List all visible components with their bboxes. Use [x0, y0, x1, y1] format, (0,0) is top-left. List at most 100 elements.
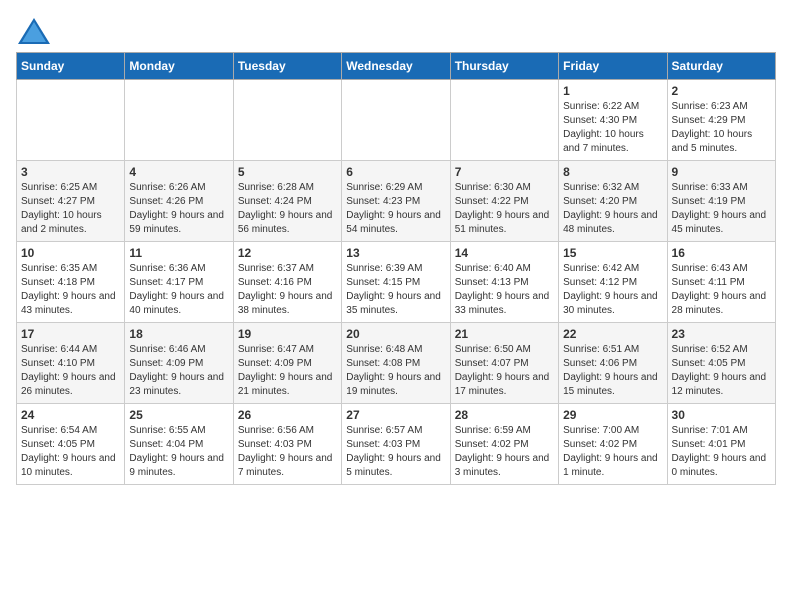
day-number: 21	[455, 327, 554, 341]
calendar-cell: 25 Sunrise: 6:55 AMSunset: 4:04 PMDayligh…	[125, 404, 233, 485]
day-number: 3	[21, 165, 120, 179]
calendar-cell	[450, 80, 558, 161]
day-info: Sunrise: 6:22 AMSunset: 4:30 PMDaylight:…	[563, 100, 662, 156]
day-info: Sunrise: 6:29 AMSunset: 4:23 PMDaylight:…	[346, 181, 445, 237]
day-info: Sunrise: 6:30 AMSunset: 4:22 PMDaylight:…	[455, 181, 554, 237]
day-info: Sunrise: 6:51 AMSunset: 4:06 PMDaylight:…	[563, 343, 662, 399]
day-info: Sunrise: 6:48 AMSunset: 4:08 PMDaylight:…	[346, 343, 445, 399]
calendar-cell: 14 Sunrise: 6:40 AMSunset: 4:13 PMDayligh…	[450, 242, 558, 323]
day-info: Sunrise: 6:47 AMSunset: 4:09 PMDaylight:…	[238, 343, 337, 399]
calendar-cell: 13 Sunrise: 6:39 AMSunset: 4:15 PMDayligh…	[342, 242, 450, 323]
day-info: Sunrise: 6:35 AMSunset: 4:18 PMDaylight:…	[21, 262, 120, 318]
calendar-week-row: 3 Sunrise: 6:25 AMSunset: 4:27 PMDaylight…	[17, 161, 776, 242]
day-info: Sunrise: 6:50 AMSunset: 4:07 PMDaylight:…	[455, 343, 554, 399]
logo	[16, 16, 52, 44]
day-number: 29	[563, 408, 662, 422]
calendar-cell: 19 Sunrise: 6:47 AMSunset: 4:09 PMDayligh…	[233, 323, 341, 404]
day-info: Sunrise: 6:56 AMSunset: 4:03 PMDaylight:…	[238, 424, 337, 480]
day-number: 4	[129, 165, 228, 179]
day-number: 24	[21, 408, 120, 422]
day-info: Sunrise: 6:28 AMSunset: 4:24 PMDaylight:…	[238, 181, 337, 237]
day-info: Sunrise: 6:39 AMSunset: 4:15 PMDaylight:…	[346, 262, 445, 318]
day-number: 7	[455, 165, 554, 179]
calendar-cell: 8 Sunrise: 6:32 AMSunset: 4:20 PMDaylight…	[559, 161, 667, 242]
day-number: 22	[563, 327, 662, 341]
day-info: Sunrise: 7:01 AMSunset: 4:01 PMDaylight:…	[672, 424, 771, 480]
day-info: Sunrise: 6:33 AMSunset: 4:19 PMDaylight:…	[672, 181, 771, 237]
day-number: 14	[455, 246, 554, 260]
day-info: Sunrise: 6:44 AMSunset: 4:10 PMDaylight:…	[21, 343, 120, 399]
day-number: 27	[346, 408, 445, 422]
day-number: 9	[672, 165, 771, 179]
day-info: Sunrise: 6:43 AMSunset: 4:11 PMDaylight:…	[672, 262, 771, 318]
calendar-cell: 1 Sunrise: 6:22 AMSunset: 4:30 PMDaylight…	[559, 80, 667, 161]
weekday-header: Sunday	[17, 53, 125, 80]
calendar-cell: 9 Sunrise: 6:33 AMSunset: 4:19 PMDaylight…	[667, 161, 775, 242]
calendar-week-row: 1 Sunrise: 6:22 AMSunset: 4:30 PMDaylight…	[17, 80, 776, 161]
day-number: 19	[238, 327, 337, 341]
day-info: Sunrise: 6:23 AMSunset: 4:29 PMDaylight:…	[672, 100, 771, 156]
weekday-header: Friday	[559, 53, 667, 80]
calendar-cell: 23 Sunrise: 6:52 AMSunset: 4:05 PMDayligh…	[667, 323, 775, 404]
calendar-cell: 16 Sunrise: 6:43 AMSunset: 4:11 PMDayligh…	[667, 242, 775, 323]
day-number: 30	[672, 408, 771, 422]
weekday-header: Wednesday	[342, 53, 450, 80]
calendar-cell: 3 Sunrise: 6:25 AMSunset: 4:27 PMDaylight…	[17, 161, 125, 242]
day-info: Sunrise: 6:52 AMSunset: 4:05 PMDaylight:…	[672, 343, 771, 399]
day-number: 11	[129, 246, 228, 260]
day-info: Sunrise: 6:46 AMSunset: 4:09 PMDaylight:…	[129, 343, 228, 399]
day-number: 18	[129, 327, 228, 341]
calendar-cell	[233, 80, 341, 161]
day-info: Sunrise: 6:32 AMSunset: 4:20 PMDaylight:…	[563, 181, 662, 237]
calendar-cell: 7 Sunrise: 6:30 AMSunset: 4:22 PMDaylight…	[450, 161, 558, 242]
day-info: Sunrise: 6:55 AMSunset: 4:04 PMDaylight:…	[129, 424, 228, 480]
day-number: 13	[346, 246, 445, 260]
weekday-header: Monday	[125, 53, 233, 80]
day-number: 5	[238, 165, 337, 179]
day-number: 6	[346, 165, 445, 179]
calendar-cell	[17, 80, 125, 161]
day-info: Sunrise: 6:25 AMSunset: 4:27 PMDaylight:…	[21, 181, 120, 237]
calendar-week-row: 24 Sunrise: 6:54 AMSunset: 4:05 PMDayligh…	[17, 404, 776, 485]
calendar-cell: 12Sunrise: 6:37 AMSunset: 4:16 PMDayligh…	[233, 242, 341, 323]
calendar-cell: 11 Sunrise: 6:36 AMSunset: 4:17 PMDayligh…	[125, 242, 233, 323]
calendar-cell: 20 Sunrise: 6:48 AMSunset: 4:08 PMDayligh…	[342, 323, 450, 404]
day-info: Sunrise: 6:42 AMSunset: 4:12 PMDaylight:…	[563, 262, 662, 318]
calendar-cell: 10 Sunrise: 6:35 AMSunset: 4:18 PMDayligh…	[17, 242, 125, 323]
day-number: 8	[563, 165, 662, 179]
calendar-cell: 4 Sunrise: 6:26 AMSunset: 4:26 PMDaylight…	[125, 161, 233, 242]
day-number: 10	[21, 246, 120, 260]
day-info: Sunrise: 6:26 AMSunset: 4:26 PMDaylight:…	[129, 181, 228, 237]
calendar-cell: 29Sunrise: 7:00 AMSunset: 4:02 PMDayligh…	[559, 404, 667, 485]
calendar-cell: 17 Sunrise: 6:44 AMSunset: 4:10 PMDayligh…	[17, 323, 125, 404]
day-number: 1	[563, 84, 662, 98]
day-number: 25	[129, 408, 228, 422]
calendar-cell: 27 Sunrise: 6:57 AMSunset: 4:03 PMDayligh…	[342, 404, 450, 485]
calendar-cell: 5 Sunrise: 6:28 AMSunset: 4:24 PMDaylight…	[233, 161, 341, 242]
calendar-cell: 2 Sunrise: 6:23 AMSunset: 4:29 PMDaylight…	[667, 80, 775, 161]
day-number: 17	[21, 327, 120, 341]
weekday-header-row: SundayMondayTuesdayWednesdayThursdayFrid…	[17, 53, 776, 80]
day-info: Sunrise: 6:59 AMSunset: 4:02 PMDaylight:…	[455, 424, 554, 480]
weekday-header: Thursday	[450, 53, 558, 80]
page-header	[16, 16, 776, 44]
day-number: 23	[672, 327, 771, 341]
calendar-cell: 28 Sunrise: 6:59 AMSunset: 4:02 PMDayligh…	[450, 404, 558, 485]
calendar-cell	[342, 80, 450, 161]
calendar-cell: 15Sunrise: 6:42 AMSunset: 4:12 PMDayligh…	[559, 242, 667, 323]
day-info: Sunrise: 6:36 AMSunset: 4:17 PMDaylight:…	[129, 262, 228, 318]
calendar-cell: 6 Sunrise: 6:29 AMSunset: 4:23 PMDaylight…	[342, 161, 450, 242]
day-number: 2	[672, 84, 771, 98]
day-info: Sunrise: 6:40 AMSunset: 4:13 PMDaylight:…	[455, 262, 554, 318]
calendar-cell: 24 Sunrise: 6:54 AMSunset: 4:05 PMDayligh…	[17, 404, 125, 485]
day-info: Sunrise: 6:54 AMSunset: 4:05 PMDaylight:…	[21, 424, 120, 480]
calendar-cell: 21 Sunrise: 6:50 AMSunset: 4:07 PMDayligh…	[450, 323, 558, 404]
day-number: 28	[455, 408, 554, 422]
calendar-cell: 30 Sunrise: 7:01 AMSunset: 4:01 PMDayligh…	[667, 404, 775, 485]
calendar-week-row: 10 Sunrise: 6:35 AMSunset: 4:18 PMDayligh…	[17, 242, 776, 323]
logo-icon	[16, 16, 48, 44]
calendar-table: SundayMondayTuesdayWednesdayThursdayFrid…	[16, 52, 776, 485]
day-number: 16	[672, 246, 771, 260]
day-number: 20	[346, 327, 445, 341]
day-info: Sunrise: 6:57 AMSunset: 4:03 PMDaylight:…	[346, 424, 445, 480]
